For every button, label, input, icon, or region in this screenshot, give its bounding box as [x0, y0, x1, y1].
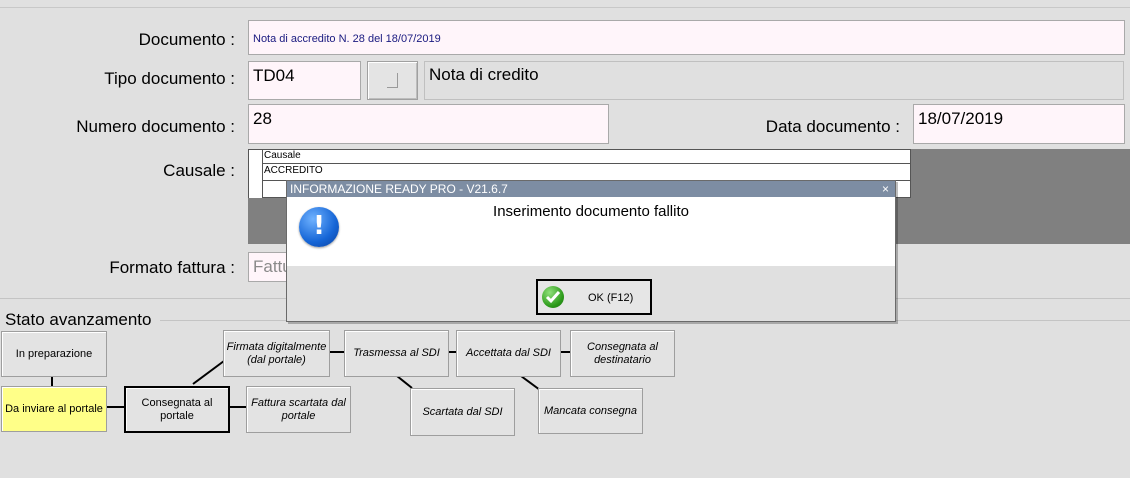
step-trasmessa-sdi[interactable]: Trasmessa al SDI: [344, 330, 449, 377]
step-accettata-sdi[interactable]: Accettata dal SDI: [456, 330, 561, 377]
ok-button[interactable]: OK (F12): [536, 279, 652, 315]
dialog-title: INFORMAZIONE READY PRO - V21.6.7: [290, 182, 508, 196]
dialog-title-bar[interactable]: INFORMAZIONE READY PRO - V21.6.7 ×: [287, 181, 895, 197]
step-consegnata-destinatario[interactable]: Consegnata al destinatario: [570, 330, 675, 377]
step-fattura-scartata[interactable]: Fattura scartata dal portale: [246, 386, 351, 433]
close-icon[interactable]: ×: [882, 181, 889, 197]
step-da-inviare[interactable]: Da inviare al portale: [1, 386, 107, 432]
connector-line: [396, 375, 413, 389]
step-firmata-digitalmente[interactable]: Firmata digitalmente (dal portale): [223, 330, 330, 377]
dialog-footer: OK (F12): [287, 266, 895, 321]
step-scartata-sdi[interactable]: Scartata dal SDI: [410, 388, 515, 436]
step-mancata-consegna[interactable]: Mancata consegna: [538, 388, 643, 434]
step-in-preparazione[interactable]: In preparazione: [1, 331, 107, 377]
info-dialog: INFORMAZIONE READY PRO - V21.6.7 × ! Ins…: [286, 180, 896, 322]
dialog-message: Inserimento documento fallito: [493, 203, 689, 220]
ok-button-label: OK (F12): [588, 292, 634, 304]
checkmark-icon: [542, 286, 564, 308]
step-consegnata-portale[interactable]: Consegnata al portale: [124, 386, 230, 433]
